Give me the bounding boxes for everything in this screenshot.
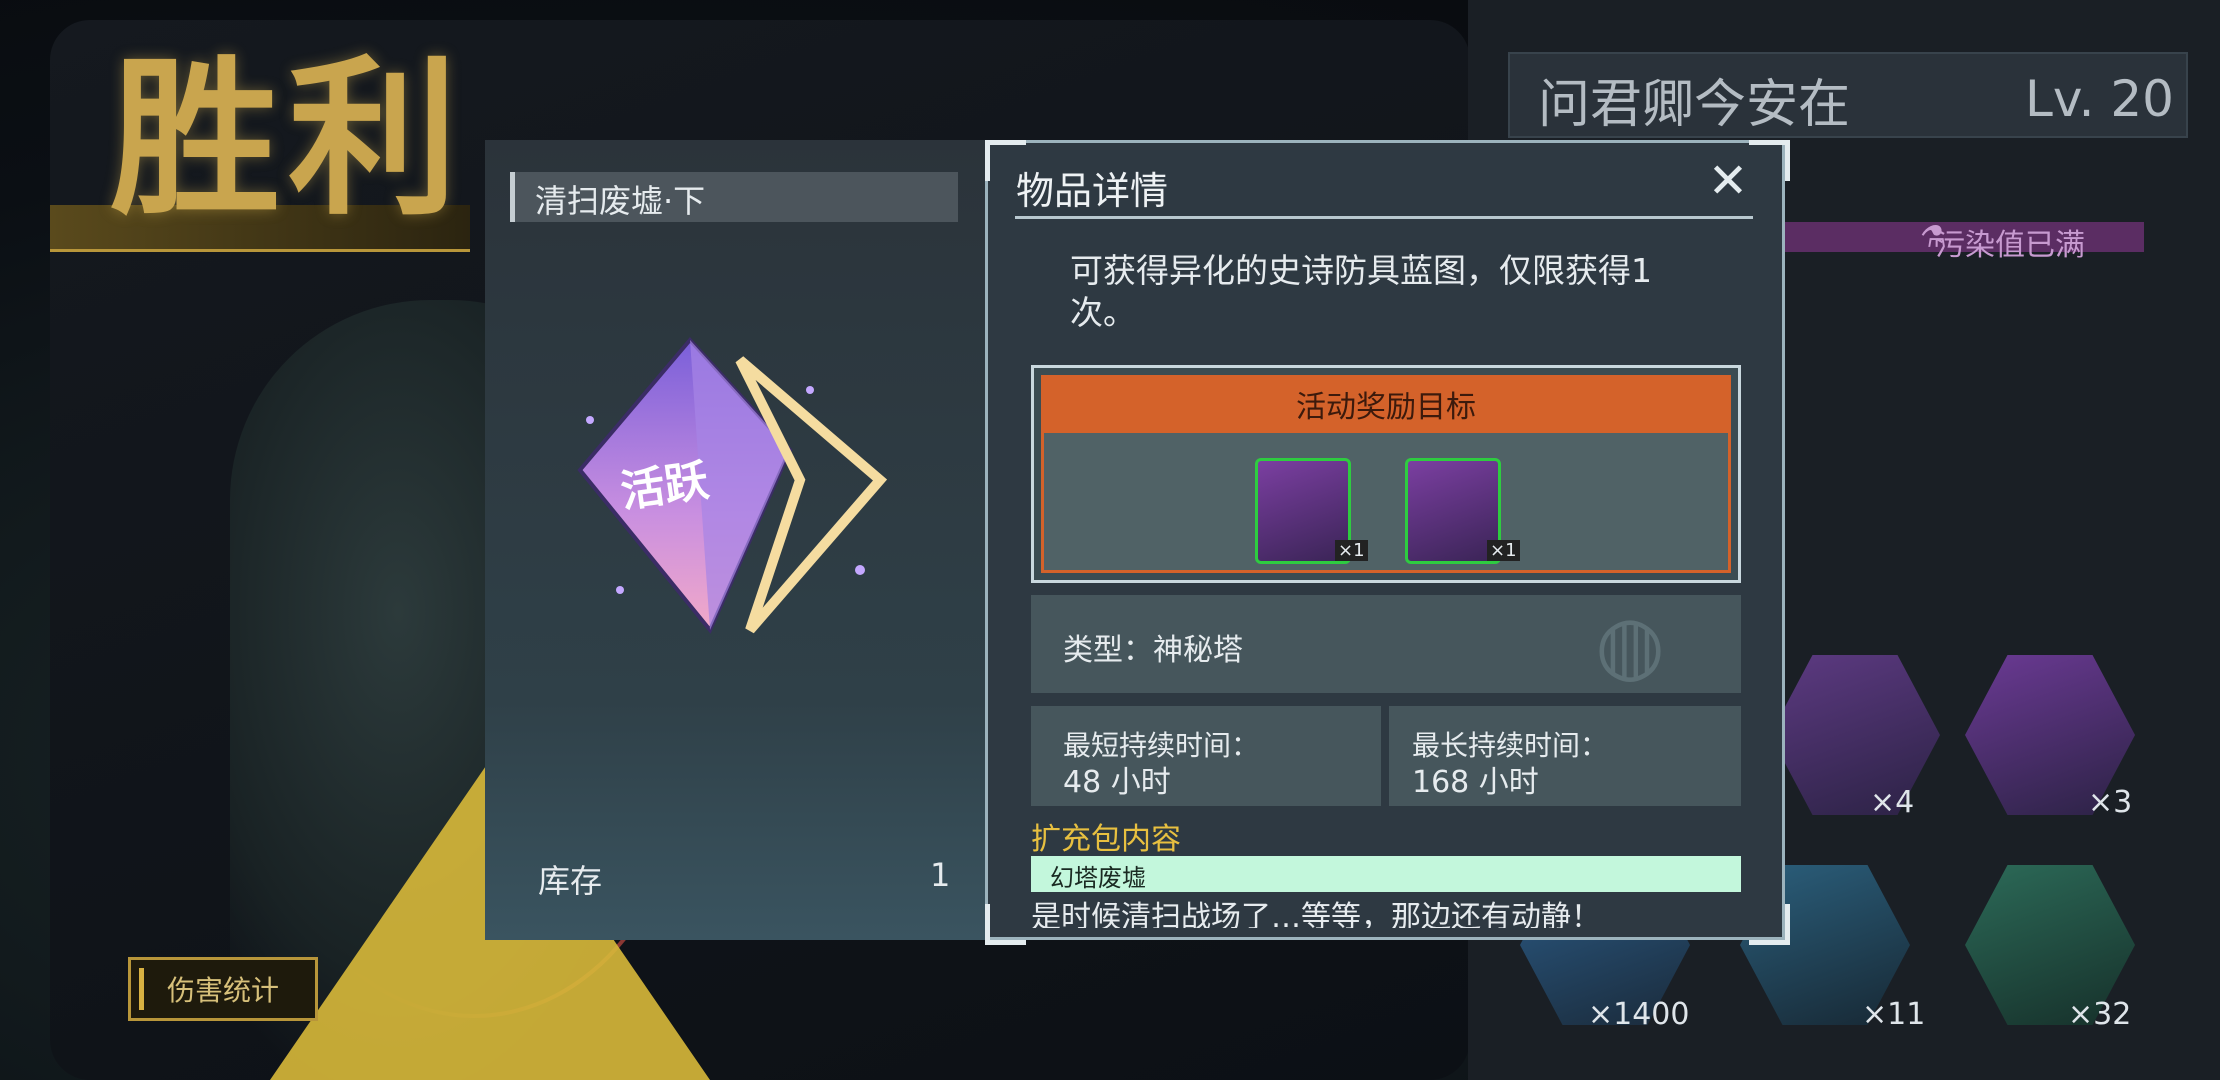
pollution-status: 污染值已满 (1935, 228, 2085, 263)
inventory-item-count: ×3 (2088, 785, 2133, 820)
item-description: 可获得异化的史诗防具蓝图，仅限获得1次。 (1070, 251, 1652, 332)
damage-stats-button[interactable]: 伤害统计 (128, 957, 318, 1021)
inventory-item-count: ×1400 (1588, 997, 1690, 1032)
player-name: 问君卿今安在 (1538, 75, 1851, 135)
victory-title: 胜利 (110, 41, 467, 239)
crystal-icon: 活跃 (560, 330, 900, 650)
details-title: 物品详情 (1016, 169, 1169, 213)
pack-name: 幻塔废墟 (1050, 864, 1146, 892)
stock-label: 库存 (538, 862, 603, 900)
item-name: 清扫废墟·下 (535, 182, 706, 220)
reward-target-title: 活动奖励目标 (1296, 390, 1476, 425)
flavor-text: 是时候清扫战场了…等等，那边还有动静！ (1031, 900, 1601, 928)
reward-target-header: 活动奖励目标 (1041, 375, 1731, 433)
pack-contents-heading: 扩充包内容 (1031, 822, 1181, 857)
max-duration-value: 168 小时 (1412, 765, 1539, 800)
close-icon: ✕ (1707, 153, 1749, 209)
reward-list (1041, 433, 1731, 573)
inventory-item-count: ×11 (1862, 997, 1926, 1032)
corner-bracket (1749, 140, 1790, 181)
reward-count: ×1 (1335, 540, 1368, 561)
close-button[interactable]: ✕ (1703, 153, 1753, 209)
reward-count: ×1 (1487, 540, 1520, 561)
corner-bracket (1749, 904, 1790, 945)
fingerprint-icon: ◍ (1595, 597, 1665, 691)
inventory-item-count: ×32 (2068, 997, 2132, 1032)
player-level: Lv. 20 (2025, 70, 2174, 128)
damage-stats-label: 伤害统计 (166, 974, 279, 1007)
divider (1015, 216, 1753, 219)
crystal-label: 活跃 (617, 455, 712, 518)
stock-value: 1 (930, 856, 951, 894)
inventory-item-count: ×4 (1870, 785, 1915, 820)
corner-bracket (985, 904, 1026, 945)
min-duration-value: 48 小时 (1063, 765, 1171, 800)
item-type: 类型：神秘塔 (1063, 633, 1243, 668)
